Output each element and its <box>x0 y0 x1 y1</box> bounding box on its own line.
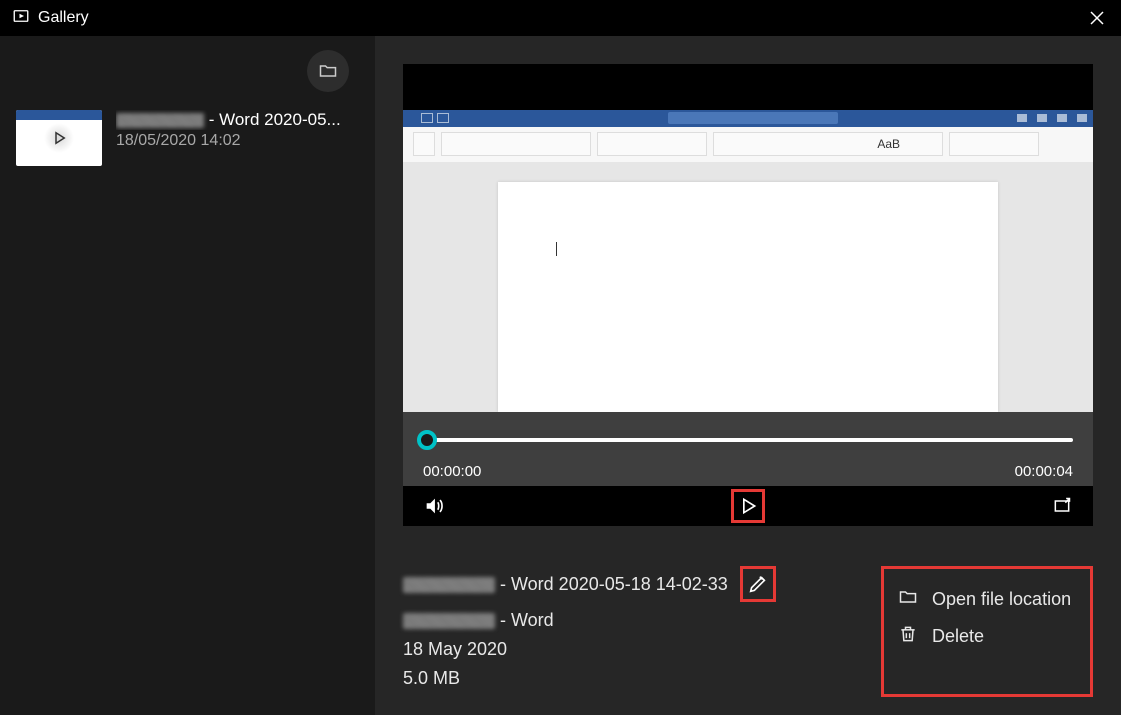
player-controls <box>403 486 1093 526</box>
fullscreen-button[interactable] <box>1049 493 1075 519</box>
play-head[interactable] <box>417 430 437 450</box>
gallery-item-title: - Word 2020-05... <box>116 110 359 130</box>
scrubber[interactable]: 00:00:00 00:00:04 <box>403 412 1093 486</box>
folder-icon <box>898 587 918 612</box>
video-frame[interactable] <box>403 64 1093 412</box>
open-folder-button[interactable] <box>307 50 349 92</box>
gallery-item-date: 18/05/2020 14:02 <box>116 132 359 150</box>
rename-button[interactable] <box>740 566 776 602</box>
gallery-item-thumbnail <box>16 110 102 166</box>
close-button[interactable] <box>1085 6 1109 30</box>
video-content-word-window <box>403 110 1093 412</box>
redacted-text <box>116 113 204 128</box>
delete-label: Delete <box>932 626 984 647</box>
redacted-text <box>403 613 495 629</box>
file-actions: Open file location Delete <box>881 566 1093 697</box>
title-bar: Gallery <box>0 0 1121 36</box>
file-date: 18 May 2020 <box>403 639 507 660</box>
time-current: 00:00:00 <box>423 463 481 480</box>
gallery-item[interactable]: - Word 2020-05... 18/05/2020 14:02 <box>16 110 359 166</box>
delete-button[interactable]: Delete <box>892 618 1082 655</box>
play-icon <box>44 123 74 153</box>
main-panel: 00:00:00 00:00:04 <box>375 36 1121 715</box>
file-size: 5.0 MB <box>403 668 460 689</box>
open-file-location-label: Open file location <box>932 589 1071 610</box>
gallery-sidebar: - Word 2020-05... 18/05/2020 14:02 <box>0 36 375 715</box>
app-name: - Word <box>403 610 554 631</box>
trash-icon <box>898 624 918 649</box>
play-button[interactable] <box>731 489 765 523</box>
file-details: - Word 2020-05-18 14-02-33 - Word 18 May… <box>403 566 881 697</box>
file-name: - Word 2020-05-18 14-02-33 <box>403 574 728 595</box>
window-title: Gallery <box>38 9 89 27</box>
open-file-location-button[interactable]: Open file location <box>892 581 1082 618</box>
video-player: 00:00:00 00:00:04 <box>403 64 1093 526</box>
redacted-text <box>403 577 495 593</box>
gallery-icon <box>12 7 30 30</box>
volume-button[interactable] <box>421 493 447 519</box>
time-total: 00:00:04 <box>1015 463 1073 480</box>
